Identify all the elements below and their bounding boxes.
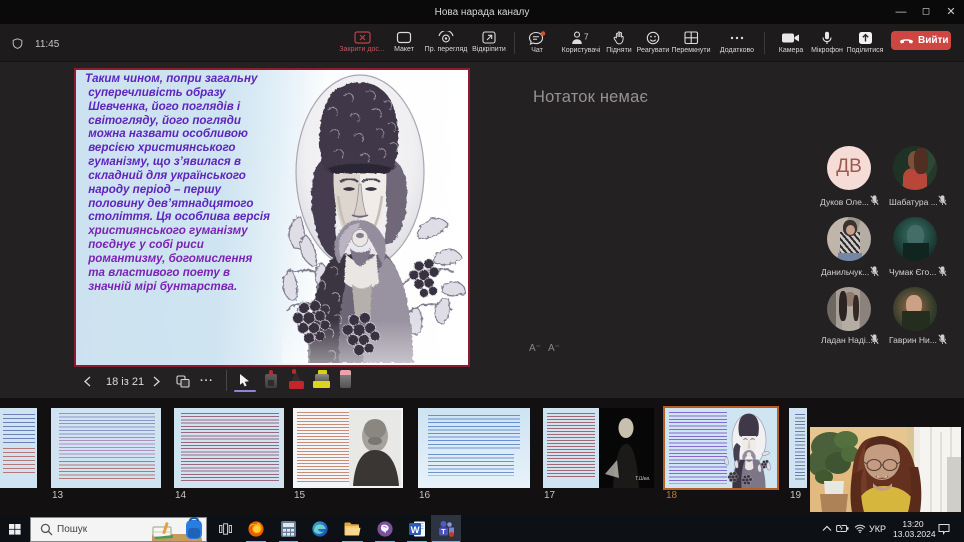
svg-text:T.Шев.: T.Шев.: [635, 476, 650, 482]
svg-text:T: T: [441, 529, 446, 536]
svg-text:7: 7: [584, 33, 589, 42]
svg-text:W: W: [411, 525, 420, 536]
